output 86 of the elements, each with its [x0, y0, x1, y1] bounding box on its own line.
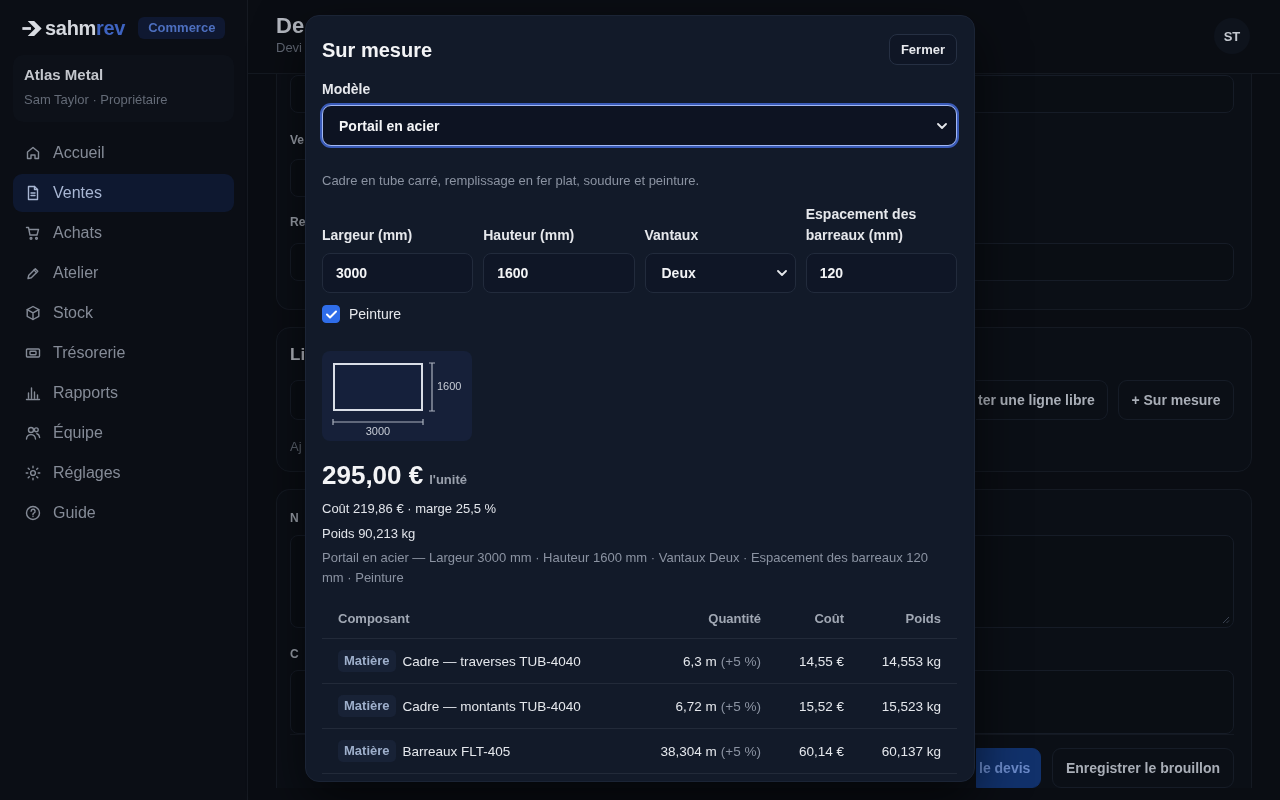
component-name: Cadre — traverses TUB-4040	[402, 653, 581, 669]
column-header: Coût	[814, 610, 844, 626]
cost-value: 60,14 €	[798, 743, 844, 759]
nav-item[interactable]: Réglages	[13, 454, 234, 492]
field-label: N	[290, 510, 299, 527]
description-text: Cadre en tube carré, remplissage en fer plat, soudure et peinture.	[322, 172, 700, 190]
price-text: 295,00 €	[322, 461, 424, 490]
column-header: Quantité	[708, 610, 761, 626]
bar-chart-icon	[25, 385, 41, 401]
field-label: Ve	[290, 132, 304, 149]
select-field[interactable]: Deux	[644, 253, 796, 293]
nav-item[interactable]: Rapports	[13, 374, 234, 412]
quantity-value: 38,304 m	[660, 743, 717, 759]
nav-item[interactable]: Trésorerie	[13, 334, 234, 372]
save-draft-button[interactable]: Enregistrer le brouillon	[1052, 748, 1234, 788]
component-name: Cadre — montants TUB-4040	[402, 698, 581, 714]
category-tag: Matière	[338, 650, 396, 672]
weight-summary: Poids 90,213 kg	[322, 525, 416, 543]
cart-icon	[25, 225, 41, 241]
nav-item[interactable]: Ventes	[13, 174, 234, 212]
empty-state-text: Aj	[290, 439, 302, 455]
workspace-subtitle: Sam Taylor · Propriétaire	[24, 91, 168, 109]
nav-item[interactable]: Équipe	[13, 414, 234, 452]
configuration-summary: Portail en acier — Largeur 3000 mm · Hauteur 1600 mm · Vantaux Deux · Espacement des barreaux 120 mm · Peinture	[322, 549, 929, 587]
cost-value: 14,55 €	[798, 653, 844, 669]
dimension-label: 3000	[365, 425, 391, 437]
section-title: Li	[290, 345, 306, 365]
allowance-note: (+5 %)	[720, 698, 761, 714]
field-label: Modèle	[322, 80, 371, 98]
cube-icon	[25, 305, 41, 321]
checkbox-label[interactable]: Peinture	[349, 305, 402, 323]
field-label: Espacement des barreaux (mm)	[805, 205, 918, 245]
field-label: Largeur (mm)	[322, 226, 413, 245]
input-field[interactable]: 120	[805, 253, 957, 293]
category-tag: Matière	[338, 740, 396, 762]
add-line-button[interactable]: ter une ligne libre	[976, 380, 1108, 420]
chevron-down-icon	[776, 270, 787, 276]
component-name: Barreaux FLT-405	[402, 743, 511, 759]
dimension-label: 1600	[437, 380, 462, 392]
nav-item[interactable]: Atelier	[13, 254, 234, 292]
chevron-down-icon	[937, 122, 947, 129]
allowance-note: (+5 %)	[720, 743, 761, 759]
banknote-icon	[25, 345, 41, 361]
nav-item[interactable]: Stock	[13, 294, 234, 332]
allowance-note: (+5 %)	[720, 653, 761, 669]
nav-item[interactable]: Guide	[13, 494, 234, 532]
column-header: Poids	[905, 610, 941, 626]
cost-summary: Coût 219,86 € · marge 25,5 %	[322, 500, 497, 518]
input-field[interactable]: 1600	[483, 253, 635, 293]
field-label: Vantaux	[644, 226, 699, 245]
quantity-value: 6,3 m	[683, 653, 717, 669]
field-label: Re	[290, 214, 306, 231]
checkbox[interactable]	[322, 305, 340, 323]
logo-wordmark: sahmrev	[45, 17, 126, 39]
model-select[interactable]: Portail en acier	[322, 105, 957, 146]
nav-item[interactable]: Accueil	[13, 134, 234, 172]
field-label: C	[290, 646, 299, 663]
close-button[interactable]: Fermer	[888, 34, 957, 65]
quantity-value: 6,72 m	[675, 698, 717, 714]
help-icon	[25, 505, 41, 521]
users-icon	[25, 425, 41, 441]
workspace-name: Atlas Metal	[24, 65, 104, 85]
user-avatar[interactable]: ST	[1214, 18, 1250, 54]
pencil-icon	[25, 265, 41, 281]
check-icon	[325, 309, 337, 319]
dialog-title: Sur mesure	[322, 37, 433, 62]
module-badge: Commerce	[138, 17, 226, 39]
input-field[interactable]: 3000	[322, 253, 474, 293]
sun-icon	[25, 465, 41, 481]
workspace-card[interactable]: Atlas Metal Sam Taylor · Propriétaire	[13, 55, 234, 122]
weight-value: 15,523 kg	[881, 698, 941, 714]
category-tag: Matière	[338, 695, 396, 717]
weight-value: 14,553 kg	[881, 653, 941, 669]
document-icon	[25, 185, 41, 201]
column-header: Composant	[338, 610, 410, 626]
resize-grip-icon	[1222, 616, 1230, 624]
page-subtitle: Devi	[276, 40, 302, 56]
weight-value: 60,137 kg	[881, 743, 941, 759]
page-title: De	[276, 13, 305, 39]
custom-item-button[interactable]: + Sur mesure	[1118, 380, 1234, 420]
cost-value: 15,52 €	[798, 698, 844, 714]
price-unit: l'unité	[429, 471, 467, 489]
logo-icon	[22, 20, 42, 36]
home-icon	[25, 145, 41, 161]
field-label: Hauteur (mm)	[483, 226, 575, 245]
nav-item[interactable]: Achats	[13, 214, 234, 252]
